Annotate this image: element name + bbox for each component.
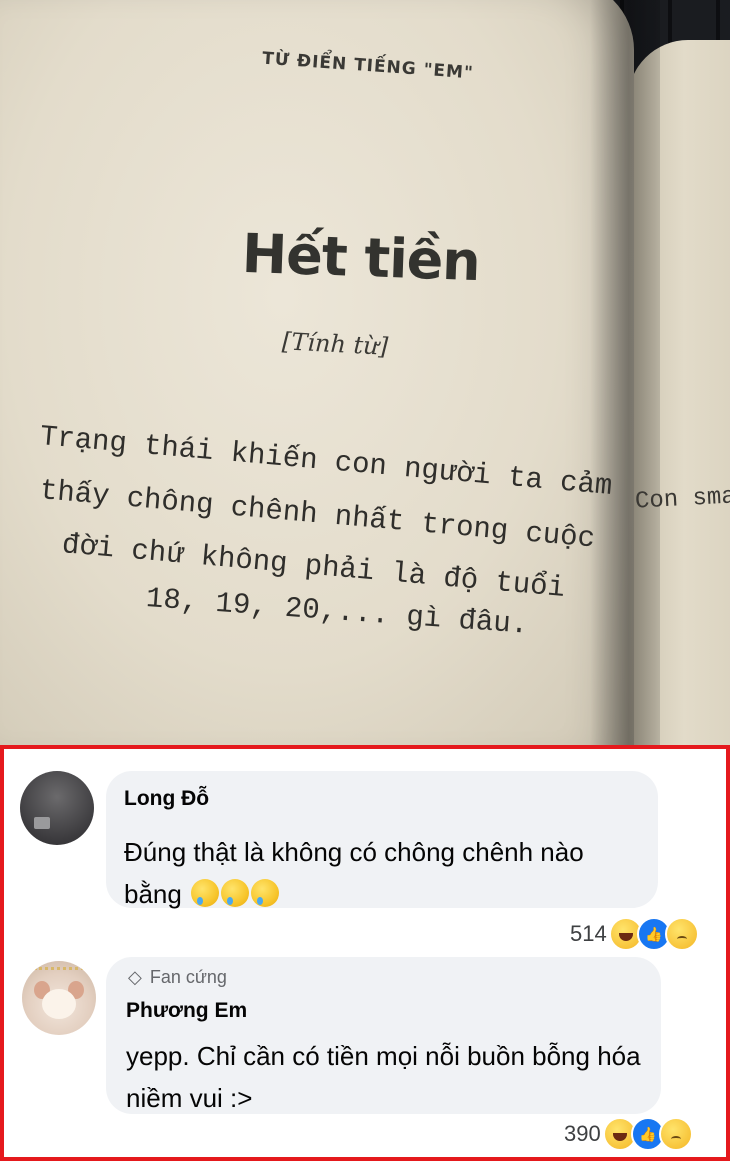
avatar[interactable]	[22, 961, 96, 1035]
reaction-summary[interactable]: 514 👍	[570, 917, 699, 951]
reaction-count: 390	[564, 1121, 601, 1146]
avatar-object	[34, 817, 50, 829]
avatar-face	[42, 989, 76, 1019]
comment-text: yepp. Chỉ cần có tiền mọi nỗi buồn bỗng …	[126, 1041, 641, 1113]
reaction-count: 514	[570, 921, 607, 946]
comment-bubble: ◇ Fan cứng Phương Em yepp. Chỉ cần có tiề…	[106, 957, 661, 1114]
comment-author[interactable]: Phương Em	[126, 999, 247, 1023]
crying-face-icon	[251, 879, 280, 907]
right-page-text: Con sma	[634, 483, 730, 516]
comment-text: Đúng thật là không có chông chênh nào bằ…	[124, 831, 644, 915]
comments-panel: Long Đỗ Đúng thật là không có chông chên…	[0, 745, 730, 1161]
comment-author[interactable]: Long Đỗ	[124, 787, 209, 811]
reaction-summary[interactable]: 390 👍	[564, 1117, 693, 1151]
avatar-decoration	[34, 967, 84, 980]
badge-label: Fan cứng	[149, 967, 227, 987]
sad-reaction-icon	[658, 1117, 693, 1151]
avatar[interactable]	[20, 771, 94, 845]
diamond-icon: ◇	[128, 967, 142, 987]
book-part-of-speech: [Tính từ]	[281, 327, 389, 361]
crying-face-icon	[191, 879, 220, 907]
book-photo: TỪ ĐIỂN TIẾNG "EM" Hết tiền [Tính từ] Tr…	[0, 0, 730, 745]
book-title: Hết tiền	[240, 221, 481, 294]
fan-badge: ◇ Fan cứng	[128, 967, 227, 988]
crying-face-icon	[221, 879, 250, 907]
comment-bubble: Long Đỗ Đúng thật là không có chông chên…	[106, 771, 658, 909]
sad-reaction-icon	[664, 917, 699, 951]
book-definition: Trạng thái khiến con người ta cảm thấy c…	[39, 410, 614, 642]
